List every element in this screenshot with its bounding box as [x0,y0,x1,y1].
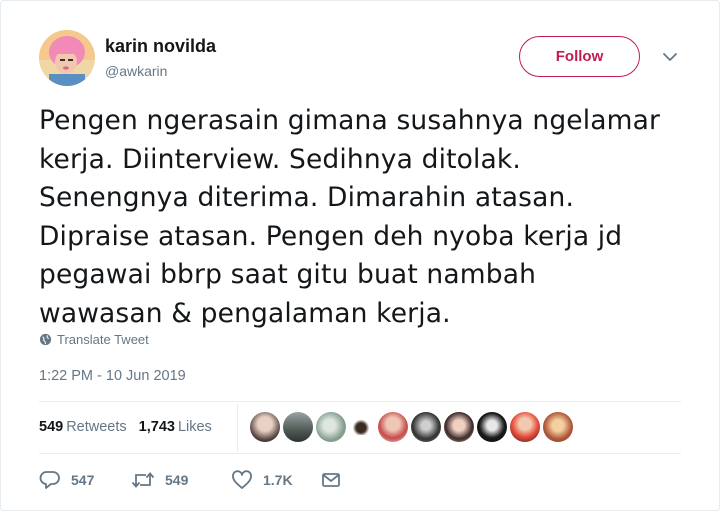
retweet-count: 549 [165,472,189,488]
liker-avatar[interactable] [411,412,441,442]
retweets-stat[interactable]: 549 Retweets [39,419,127,435]
stats-separator [237,404,238,452]
tweet-line: wawasan & pengalaman kerja. [39,297,451,329]
liker-avatar[interactable] [353,419,369,435]
liker-avatar[interactable] [283,412,313,442]
follow-button[interactable]: Follow [519,36,640,77]
reply-icon [39,471,60,489]
liker-avatar[interactable] [477,412,507,442]
mail-icon [322,473,340,487]
retweet-button[interactable]: 549 [131,470,231,490]
tweet-line: Senengnya diterima. Dimarahin atasan. [39,182,575,213]
tweet-text: Pengen ngerasain gimana susahnya ngelama… [39,102,699,333]
reply-button[interactable]: 547 [39,470,131,490]
liker-avatar[interactable] [250,412,280,442]
tweet-line: Pengen ngerasain gimana susahnya ngelama… [39,105,661,136]
liker-avatar[interactable] [444,412,474,442]
liker-avatar[interactable] [543,412,573,442]
tweet-line: pegawai bbrp saat gitu buat nambah [39,259,537,290]
action-bar: 547 549 1.7K [39,470,341,490]
translate-tweet-link[interactable]: Translate Tweet [39,332,149,347]
globe-icon [39,333,52,346]
author-name[interactable]: karin novilda [105,36,216,57]
reply-count: 547 [71,472,95,488]
like-count: 1.7K [263,472,293,488]
divider [39,453,681,454]
tweet-line: Dipraise atasan. Pengen deh nyoba kerja … [39,220,623,252]
retweet-icon [131,472,155,488]
liker-avatar[interactable] [510,412,540,442]
like-button[interactable]: 1.7K [231,470,321,490]
tweet-card: karin novilda @awkarin Follow Pengen nge… [0,0,720,511]
liker-avatar[interactable] [316,412,346,442]
divider [39,401,681,402]
liker-avatar[interactable] [378,412,408,442]
chevron-down-icon[interactable] [661,50,679,64]
translate-label: Translate Tweet [57,332,149,347]
likes-count: 1,743 [138,419,175,435]
author-handle[interactable]: @awkarin [105,63,167,79]
direct-message-button[interactable] [321,471,341,489]
heart-icon [232,470,252,489]
liker-avatars [250,412,576,442]
tweet-timestamp[interactable]: 1:22 PM - 10 Jun 2019 [39,368,186,384]
tweet-line: kerja. Diinterview. Sedihnya ditolak. [39,143,521,175]
avatar[interactable] [39,30,95,86]
retweets-count: 549 [39,419,64,435]
retweets-label: Retweets [66,419,127,435]
engagement-stats: 549 Retweets 1,743 Likes [39,419,212,435]
likes-label: Likes [177,419,212,435]
likes-stat[interactable]: 1,743 Likes [139,419,212,435]
